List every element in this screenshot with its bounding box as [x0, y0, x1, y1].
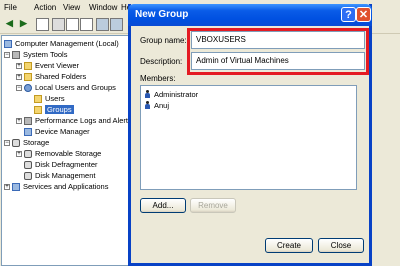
tree-item-label: Disk Management [35, 171, 96, 180]
close-button[interactable]: Close [318, 238, 364, 253]
new-window-icon[interactable] [110, 18, 123, 31]
computer-icon [4, 39, 12, 48]
tree-item-label: Services and Applications [23, 182, 109, 191]
tree-item-label: Shared Folders [35, 72, 87, 81]
services-icon [12, 182, 20, 191]
tree-item-label: System Tools [23, 50, 68, 59]
description-label: Description: [140, 57, 183, 66]
remove-member-button[interactable]: Remove [190, 198, 236, 213]
tree-item-label: Disk Defragmenter [35, 160, 98, 169]
collapse-icon[interactable]: − [4, 51, 10, 58]
menu-view[interactable]: View [63, 3, 80, 12]
user-icon [144, 90, 151, 98]
user-icon [144, 101, 151, 109]
event-viewer-icon [24, 61, 32, 70]
folder-icon [24, 72, 32, 81]
highlight-box [187, 28, 369, 75]
show-hide-tree-icon[interactable] [52, 18, 65, 31]
tree-item-users[interactable]: Users [34, 93, 65, 104]
menu-action[interactable]: Action [34, 3, 56, 12]
tree-item-services-and-applications[interactable]: + Services and Applications [4, 181, 108, 192]
tools-icon [12, 50, 20, 59]
device-manager-icon [24, 127, 32, 136]
storage-icon [12, 138, 20, 147]
tree-item-removable-storage[interactable]: + Removable Storage [16, 148, 101, 159]
defragmenter-icon [24, 160, 32, 169]
tree-item-disk-management[interactable]: Disk Management [24, 170, 95, 181]
tree-item-local-users-and-groups[interactable]: − Local Users and Groups [16, 82, 116, 93]
tree-item-computer-management[interactable]: Computer Management (Local) [4, 38, 119, 49]
tree-item-device-manager[interactable]: Device Manager [24, 126, 90, 137]
add-member-button[interactable]: Add... [140, 198, 186, 213]
close-window-button[interactable]: ✕ [356, 7, 371, 22]
folder-icon [34, 94, 42, 103]
dialog-title: New Group [135, 9, 189, 20]
folder-icon [34, 105, 42, 114]
list-item[interactable]: Administrator [144, 89, 198, 99]
tree-item-system-tools[interactable]: − System Tools [4, 49, 67, 60]
tree-item-label: Users [45, 94, 65, 103]
tree-item-shared-folders[interactable]: + Shared Folders [16, 71, 86, 82]
expand-icon[interactable]: + [16, 73, 22, 80]
tree-item-label: Local Users and Groups [35, 83, 116, 92]
help-topics-icon[interactable] [96, 18, 109, 31]
performance-icon [24, 116, 32, 125]
tree-item-label: Groups [45, 105, 74, 114]
menu-window[interactable]: Window [89, 3, 117, 12]
tree-item-label: Computer Management (Local) [15, 39, 119, 48]
help-button[interactable]: ? [341, 7, 356, 22]
expand-icon[interactable]: + [16, 62, 22, 69]
create-button[interactable]: Create [265, 238, 313, 253]
users-icon [24, 83, 32, 92]
tree-item-label: Event Viewer [35, 61, 80, 70]
tree-item-storage[interactable]: − Storage [4, 137, 49, 148]
expand-icon[interactable]: + [4, 183, 10, 190]
expand-icon[interactable]: + [16, 117, 22, 124]
tree-item-performance-logs[interactable]: + Performance Logs and Alerts [16, 115, 131, 126]
collapse-icon[interactable]: − [16, 84, 22, 91]
tree-item-label: Device Manager [35, 127, 90, 136]
member-name: Administrator [154, 89, 199, 99]
removable-storage-icon [24, 149, 32, 158]
tree-item-disk-defragmenter[interactable]: Disk Defragmenter [24, 159, 98, 170]
list-item[interactable]: Anuj [144, 100, 169, 110]
forward-icon[interactable]: ▶ [18, 18, 29, 29]
tree-item-label: Storage [23, 138, 50, 147]
group-name-label: Group name: [140, 36, 187, 45]
properties-icon[interactable] [66, 18, 79, 31]
members-list[interactable]: Administrator Anuj [140, 85, 357, 190]
tree-item-label: Removable Storage [35, 149, 102, 158]
console-tree[interactable]: Computer Management (Local) − System Tool… [1, 35, 131, 266]
tree-item-event-viewer[interactable]: + Event Viewer [16, 60, 79, 71]
up-folder-icon[interactable] [36, 18, 49, 31]
back-icon[interactable]: ◀ [4, 18, 15, 29]
export-list-icon[interactable] [80, 18, 93, 31]
members-label: Members: [140, 74, 176, 83]
tree-item-groups[interactable]: Groups [34, 104, 74, 115]
member-name: Anuj [154, 100, 170, 110]
collapse-icon[interactable]: − [4, 139, 10, 146]
disk-management-icon [24, 171, 32, 180]
tree-item-label: Performance Logs and Alerts [35, 116, 131, 125]
expand-icon[interactable]: + [16, 150, 22, 157]
menu-file[interactable]: File [4, 3, 17, 12]
